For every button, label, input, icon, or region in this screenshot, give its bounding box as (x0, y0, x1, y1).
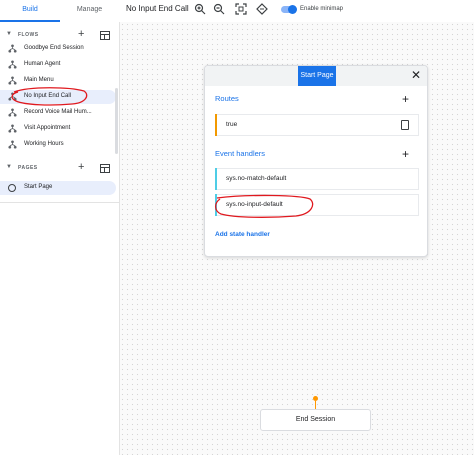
page-card-title[interactable]: Start Page (298, 66, 336, 86)
event-handler-accent (215, 168, 217, 190)
route-row[interactable]: true (215, 114, 419, 136)
pages-heading: PAGES (18, 165, 38, 171)
sidebar-tabs: Build Manage (0, 0, 119, 22)
tab-build[interactable]: Build (0, 0, 60, 20)
add-route-button[interactable]: + (402, 93, 409, 105)
close-icon[interactable]: ✕ (411, 69, 421, 81)
event-handler-row[interactable]: sys.no-input-default (215, 194, 419, 216)
flow-icon (8, 44, 17, 53)
fit-screen-icon[interactable] (235, 3, 247, 15)
flows-heading: FLOWS (18, 32, 39, 38)
sidebar-item-label: Start Page (24, 184, 53, 190)
flow-title: No Input End Call (126, 4, 189, 13)
add-flow-button[interactable]: + (78, 28, 84, 40)
sidebar-item-label: No Input End Call (24, 93, 72, 99)
connector-line (315, 401, 316, 409)
sidebar-item-visit-appointment[interactable]: Visit Appointment (0, 122, 116, 136)
document-icon[interactable] (401, 120, 409, 130)
pages-section-header[interactable]: ▼ PAGES + (0, 161, 119, 177)
minimap-toggle-label: Enable minimap (300, 6, 344, 12)
sidebar-item-label: Main Menu (24, 77, 54, 83)
sidebar-item-start-page[interactable]: Start Page (0, 181, 116, 195)
route-label: true (226, 121, 238, 128)
flow-icon (8, 76, 17, 85)
routes-heading: Routes (215, 94, 239, 103)
reset-view-icon[interactable] (256, 3, 268, 15)
route-accent (215, 114, 217, 136)
sidebar-item-no-input-end-call[interactable]: No Input End Call (0, 90, 116, 104)
flow-icon (8, 140, 17, 149)
flow-icon (8, 60, 17, 69)
zoom-out-icon[interactable] (213, 3, 225, 15)
sidebar: Build Manage ▼ FLOWS + Goodbye End Sessi… (0, 0, 120, 455)
sidebar-item-record-voice-mail[interactable]: Record Voice Mail Hum... (0, 106, 116, 120)
sidebar-item-working-hours[interactable]: Working Hours (0, 138, 116, 152)
page-icon (8, 184, 16, 192)
sidebar-item-main-menu[interactable]: Main Menu (0, 74, 116, 88)
flow-list-scrollbar[interactable] (115, 88, 118, 154)
event-handler-row[interactable]: sys.no-match-default (215, 168, 419, 190)
flows-section-header[interactable]: ▼ FLOWS + (0, 28, 119, 44)
add-state-handler-link[interactable]: Add state handler (215, 231, 270, 238)
event-handler-accent (215, 194, 217, 216)
minimap-toggle[interactable] (281, 5, 297, 14)
sidebar-item-label: Human Agent (24, 61, 61, 67)
end-session-node[interactable]: End Session (260, 409, 371, 431)
flow-icon (8, 124, 17, 133)
chevron-down-icon[interactable]: ▼ (6, 31, 12, 37)
tab-manage[interactable]: Manage (60, 0, 119, 20)
sidebar-item-human-agent[interactable]: Human Agent (0, 58, 116, 72)
event-handlers-heading: Event handlers (215, 149, 266, 158)
sidebar-item-goodbye-end-session[interactable]: Goodbye End Session (0, 44, 116, 56)
top-toolbar: No Input End Call Enable minimap (119, 0, 474, 22)
table-view-icon[interactable] (100, 164, 110, 173)
sidebar-item-label: Goodbye End Session (24, 45, 84, 51)
event-handler-label: sys.no-input-default (226, 201, 283, 208)
sidebar-item-label: Record Voice Mail Hum... (24, 109, 92, 115)
flow-icon (8, 92, 17, 101)
flow-icon (8, 108, 17, 117)
add-page-button[interactable]: + (78, 161, 84, 173)
event-handler-label: sys.no-match-default (226, 175, 287, 182)
chevron-down-icon[interactable]: ▼ (6, 164, 12, 170)
zoom-in-icon[interactable] (194, 3, 206, 15)
divider (0, 202, 119, 203)
active-tab-indicator (0, 20, 60, 22)
flow-list: Goodbye End Session Human Agent Main Men… (0, 44, 116, 154)
toggle-knob (288, 5, 297, 14)
add-event-handler-button[interactable]: + (402, 148, 409, 160)
sidebar-item-label: Visit Appointment (24, 125, 71, 131)
table-view-icon[interactable] (100, 31, 110, 40)
sidebar-item-label: Working Hours (24, 141, 64, 147)
page-card: Start Page ✕ Routes + true Event handler… (204, 65, 428, 257)
